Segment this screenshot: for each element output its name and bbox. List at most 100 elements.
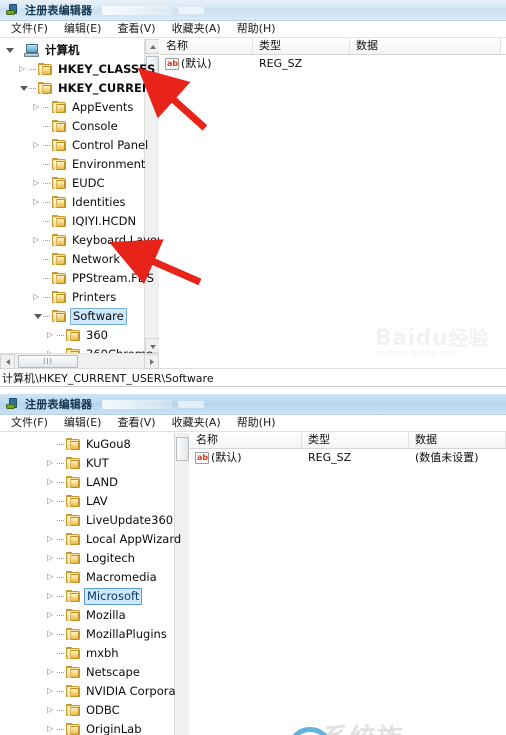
tree-node[interactable]: ODBC bbox=[0, 701, 189, 720]
chevron-right-icon[interactable] bbox=[46, 530, 57, 549]
chevron-right-icon[interactable] bbox=[46, 492, 57, 511]
chevron-right-icon[interactable] bbox=[46, 587, 57, 606]
chevron-right-icon[interactable] bbox=[46, 663, 57, 682]
column-header-name[interactable]: 名称 bbox=[160, 38, 253, 54]
tree-node[interactable]: 计算机 bbox=[0, 41, 159, 60]
chevron-right-icon[interactable] bbox=[32, 174, 43, 193]
chevron-right-icon[interactable] bbox=[46, 454, 57, 473]
computer-icon bbox=[24, 44, 39, 57]
column-header-name[interactable]: 名称 bbox=[190, 432, 302, 448]
tree-node[interactable]: IQIYI.HCDN bbox=[0, 212, 159, 231]
tree-node[interactable]: AppEvents bbox=[0, 98, 159, 117]
folder-icon bbox=[52, 120, 66, 133]
window-1-list-header: 名称 类型 数据 bbox=[160, 38, 506, 55]
tree-node[interactable]: Keyboard Layout bbox=[0, 231, 159, 250]
tree-node[interactable]: Microsoft bbox=[0, 587, 189, 606]
hscroll-thumb[interactable]: III bbox=[18, 355, 78, 368]
tree-node[interactable]: HKEY_CURRENT_USER bbox=[0, 79, 159, 98]
tree-node[interactable]: Identities bbox=[0, 193, 159, 212]
tree-1-horizontal-scrollbar[interactable]: III bbox=[0, 353, 159, 369]
tree-node[interactable]: MozillaPlugins bbox=[0, 625, 189, 644]
chevron-right-icon[interactable] bbox=[46, 326, 57, 345]
tree-node[interactable]: Environment bbox=[0, 155, 159, 174]
tree-connector bbox=[57, 530, 66, 549]
registry-tree-1[interactable]: 计算机 HKEY_CLASSES_ROOT HKEY_CURRENT_USER App… bbox=[0, 38, 159, 353]
tree-node[interactable]: Software bbox=[0, 307, 159, 326]
menu-favorites[interactable]: 收藏夹(A) bbox=[165, 21, 228, 37]
folder-icon bbox=[52, 101, 66, 114]
chevron-right-icon[interactable] bbox=[46, 473, 57, 492]
chevron-right-icon[interactable] bbox=[46, 568, 57, 587]
menu-help[interactable]: 帮助(H) bbox=[230, 415, 283, 431]
tree-node[interactable]: Netscape bbox=[0, 663, 189, 682]
tree-node[interactable]: HKEY_CLASSES_ROOT bbox=[0, 60, 159, 79]
column-header-type[interactable]: 类型 bbox=[253, 38, 350, 54]
folder-icon bbox=[52, 196, 66, 209]
menu-file[interactable]: 文件(F) bbox=[4, 21, 55, 37]
chevron-down-icon[interactable] bbox=[18, 79, 29, 98]
tree-node[interactable]: 360Chrome bbox=[0, 345, 159, 353]
registry-tree-2[interactable]: KuGou8 KUT LAND LAV LiveUpdate360 Local AppWi… bbox=[0, 432, 189, 735]
tree-node[interactable]: EUDC bbox=[0, 174, 159, 193]
menu-edit[interactable]: 编辑(E) bbox=[57, 21, 109, 37]
tree-node[interactable]: PPStream.FDS bbox=[0, 269, 159, 288]
tree-connector bbox=[57, 511, 66, 530]
menu-view[interactable]: 查看(V) bbox=[110, 21, 162, 37]
menu-help[interactable]: 帮助(H) bbox=[230, 21, 283, 37]
menu-edit[interactable]: 编辑(E) bbox=[57, 415, 109, 431]
folder-icon bbox=[66, 666, 80, 679]
chevron-right-icon[interactable] bbox=[32, 231, 43, 250]
chevron-right-icon[interactable] bbox=[32, 193, 43, 212]
tree-node[interactable]: KUT bbox=[0, 454, 189, 473]
window-2-titlebar[interactable]: 注册表编辑器 bbox=[0, 394, 506, 415]
folder-icon bbox=[52, 139, 66, 152]
chevron-right-icon[interactable] bbox=[46, 701, 57, 720]
table-row[interactable]: (默认) REG_SZ (数值未设置) bbox=[190, 449, 506, 467]
tree-node[interactable]: OriginLab bbox=[0, 720, 189, 735]
tree-node[interactable]: Console bbox=[0, 117, 159, 136]
tree-node[interactable]: NVIDIA Corpora bbox=[0, 682, 189, 701]
chevron-right-icon[interactable] bbox=[46, 682, 57, 701]
chevron-right-icon[interactable] bbox=[32, 98, 43, 117]
tree-node[interactable]: Printers bbox=[0, 288, 159, 307]
tree-node[interactable]: LiveUpdate360 bbox=[0, 511, 189, 530]
chevron-right-icon[interactable] bbox=[46, 625, 57, 644]
tree-node-label: Local AppWizard bbox=[86, 532, 182, 546]
chevron-right-icon[interactable] bbox=[46, 549, 57, 568]
window-2-value-list[interactable]: (默认) REG_SZ (数值未设置) bbox=[190, 449, 506, 467]
window-1-titlebar[interactable]: 注册表编辑器 bbox=[0, 0, 506, 21]
column-header-data[interactable]: 数据 bbox=[409, 432, 506, 448]
tree-node[interactable]: Macromedia bbox=[0, 568, 189, 587]
title-ghost-block bbox=[102, 399, 173, 409]
column-header-data[interactable]: 数据 bbox=[350, 38, 501, 54]
menu-view[interactable]: 查看(V) bbox=[110, 415, 162, 431]
tree-node[interactable]: LAV bbox=[0, 492, 189, 511]
tree-node[interactable]: KuGou8 bbox=[0, 435, 189, 454]
scroll-right-arrow-icon[interactable] bbox=[144, 354, 159, 369]
tree-node-label: Identities bbox=[72, 195, 126, 209]
tree-node[interactable]: Network bbox=[0, 250, 159, 269]
chevron-right-icon[interactable] bbox=[46, 345, 57, 353]
menu-file[interactable]: 文件(F) bbox=[4, 415, 55, 431]
column-header-type[interactable]: 类型 bbox=[302, 432, 409, 448]
chevron-right-icon[interactable] bbox=[46, 720, 57, 735]
chevron-right-icon[interactable] bbox=[32, 288, 43, 307]
tree-node[interactable]: Logitech bbox=[0, 549, 189, 568]
tree-node[interactable]: 360 bbox=[0, 326, 159, 345]
table-row[interactable]: (默认) REG_SZ bbox=[160, 55, 506, 73]
chevron-right-icon[interactable] bbox=[18, 60, 29, 79]
menu-favorites[interactable]: 收藏夹(A) bbox=[165, 415, 228, 431]
window-1-value-list[interactable]: (默认) REG_SZ bbox=[160, 55, 506, 73]
scroll-left-arrow-icon[interactable] bbox=[0, 354, 15, 369]
tree-node[interactable]: LAND bbox=[0, 473, 189, 492]
tree-node-label: Macromedia bbox=[86, 570, 157, 584]
tree-node[interactable]: mxbh bbox=[0, 644, 189, 663]
chevron-down-icon[interactable] bbox=[4, 41, 15, 60]
window-1-menubar: 文件(F) 编辑(E) 查看(V) 收藏夹(A) 帮助(H) bbox=[0, 21, 506, 38]
chevron-right-icon[interactable] bbox=[32, 136, 43, 155]
tree-node[interactable]: Control Panel bbox=[0, 136, 159, 155]
tree-node[interactable]: Mozilla bbox=[0, 606, 189, 625]
chevron-right-icon[interactable] bbox=[46, 606, 57, 625]
chevron-down-icon[interactable] bbox=[32, 307, 43, 326]
tree-node[interactable]: Local AppWizard bbox=[0, 530, 189, 549]
